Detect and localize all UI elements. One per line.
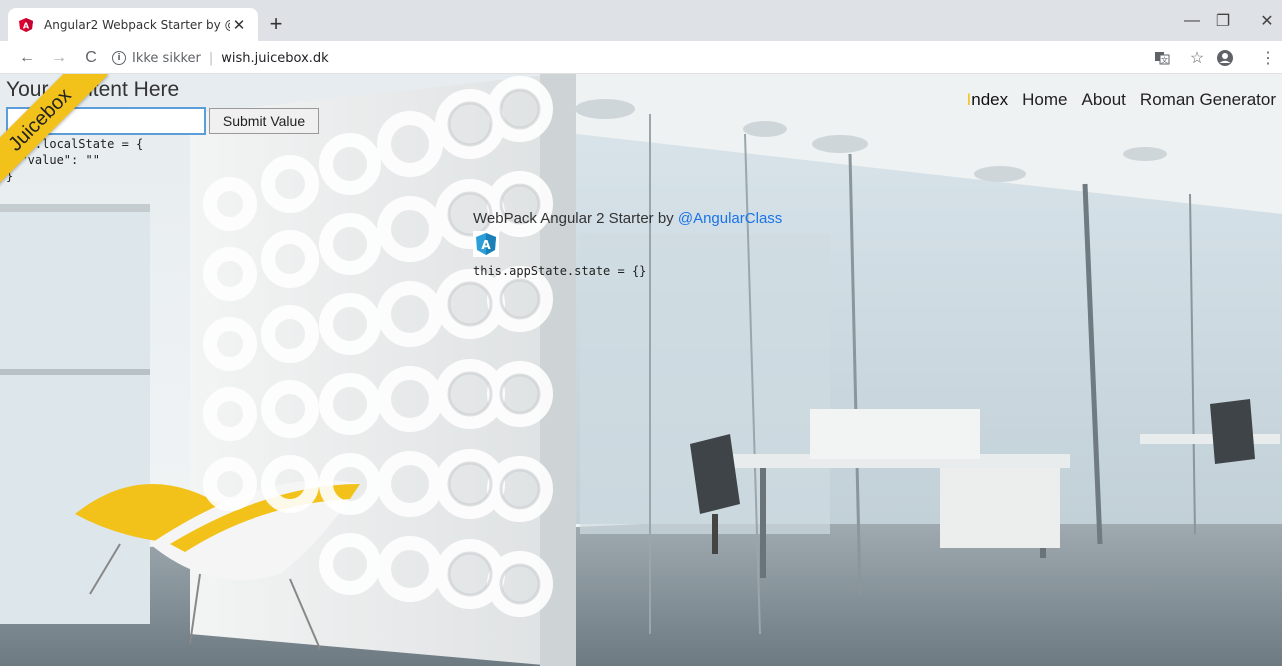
nav-item-index[interactable]: Index: [967, 90, 1009, 110]
restore-icon[interactable]: ❐: [1208, 8, 1238, 34]
submit-value-button[interactable]: Submit Value: [209, 108, 319, 134]
angular-logo-icon[interactable]: A: [473, 231, 499, 257]
profile-icon[interactable]: [1213, 46, 1237, 70]
address-bar[interactable]: i Ikke sikker | wish.juicebox.dk: [112, 46, 1132, 70]
app-state-code: this.appState.state = {}: [473, 264, 647, 278]
nav-item-about[interactable]: About: [1081, 90, 1125, 110]
reload-icon[interactable]: C: [78, 45, 104, 71]
forward-arrow-icon[interactable]: →: [46, 45, 72, 71]
info-icon[interactable]: i: [112, 51, 126, 65]
browser-toolbar: ← → C i Ikke sikker | wish.juicebox.dk 文…: [0, 41, 1282, 74]
nav-item-roman-generator[interactable]: Roman Generator: [1140, 90, 1276, 110]
angular-favicon-icon: A: [18, 17, 34, 33]
wall-rings-decoration: [203, 76, 553, 617]
address-separator: |: [208, 50, 214, 66]
url-text: wish.juicebox.dk: [221, 50, 329, 66]
window-close-icon[interactable]: ✕: [1252, 8, 1282, 34]
svg-text:文: 文: [1161, 56, 1168, 65]
star-icon[interactable]: ☆: [1185, 46, 1209, 70]
nav-index-rest: ndex: [971, 90, 1009, 109]
angularclass-link[interactable]: @AngularClass: [678, 210, 782, 227]
nav-item-home[interactable]: Home: [1022, 90, 1067, 110]
browser-tab[interactable]: A Angular2 Webpack Starter by @g ✕: [8, 8, 258, 41]
main-nav: Index Home About Roman Generator: [953, 90, 1276, 110]
starter-credit: WebPack Angular 2 Starter by @AngularCla…: [473, 210, 782, 227]
minimize-icon[interactable]: —: [1177, 8, 1207, 34]
tab-title: Angular2 Webpack Starter by @g: [44, 17, 230, 32]
close-icon[interactable]: ✕: [230, 16, 248, 34]
page-viewport: Your Content Here Submit Value this.loca…: [0, 74, 1282, 666]
plus-icon[interactable]: +: [264, 11, 288, 36]
browser-tabstrip: A Angular2 Webpack Starter by @g ✕ + — ❐…: [0, 0, 1282, 41]
svg-text:A: A: [481, 238, 491, 252]
security-label: Ikke sikker: [132, 50, 201, 66]
starter-prefix: WebPack Angular 2 Starter by: [473, 210, 678, 227]
more-vert-icon[interactable]: ⋮: [1256, 46, 1280, 70]
svg-text:A: A: [23, 21, 30, 30]
back-arrow-icon[interactable]: ←: [14, 45, 40, 71]
translate-icon[interactable]: 文: [1150, 46, 1174, 70]
